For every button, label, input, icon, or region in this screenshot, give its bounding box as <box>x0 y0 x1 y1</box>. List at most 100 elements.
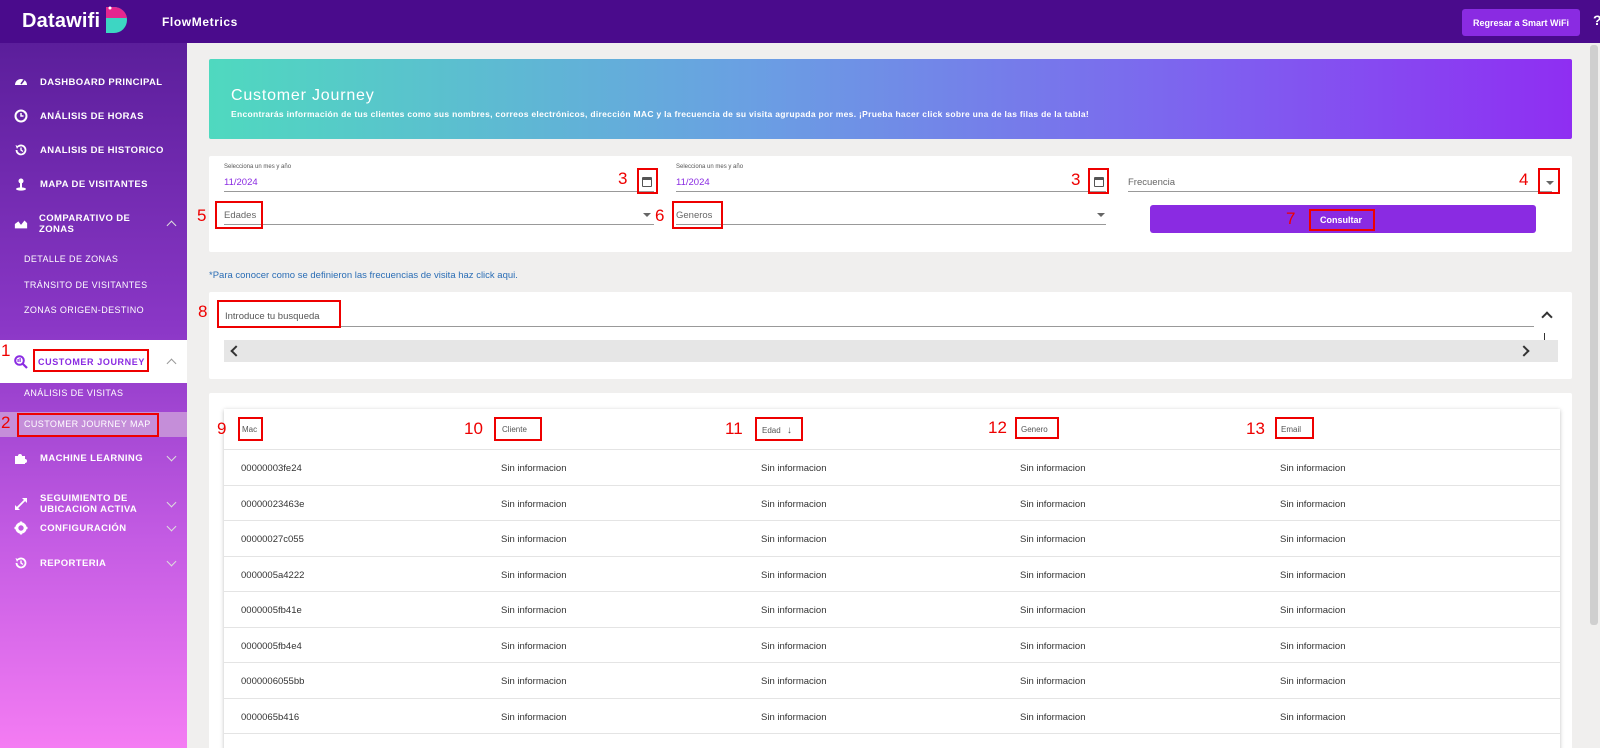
date-from-input[interactable]: 11/2024 <box>224 177 258 188</box>
sidebar-item-configuracion[interactable]: CONFIGURACIÓN <box>0 521 187 535</box>
sidebar-item-label: CONFIGURACIÓN <box>40 522 127 534</box>
chevron-down-icon[interactable] <box>166 521 177 532</box>
annotation-box <box>1088 168 1109 194</box>
table-row[interactable] <box>224 733 1560 748</box>
sidebar-item-analisis-historico[interactable]: ANALISIS DE HISTORICO <box>0 143 187 157</box>
sidebar-item-seguimiento-ubicacion[interactable]: SEGUIMIENTO DE UBICACION ACTIVA <box>0 493 187 515</box>
cell-mac: 0000005fb41e <box>241 605 302 616</box>
dashboard-icon <box>14 75 28 89</box>
table-row[interactable]: 0000065b416 Sin informacion Sin informac… <box>224 697 1560 734</box>
sidebar-item-label: UBICACION ACTIVA <box>40 504 138 515</box>
table-row[interactable]: 0000005a4222 Sin informacion Sin informa… <box>224 555 1560 592</box>
cell-genero: Sin informacion <box>1020 640 1086 652</box>
frecuencia-select[interactable]: Frecuencia <box>1128 177 1175 188</box>
expand-icon <box>14 497 28 511</box>
annotation-box <box>17 413 159 437</box>
sidebar-subitem-transito-visitantes[interactable]: TRÁNSITO DE VISITANTES <box>24 280 147 290</box>
sidebar-item-analisis-horas[interactable]: ANÁLISIS DE HORAS <box>0 109 187 123</box>
cell-genero: Sin informacion <box>1020 676 1086 687</box>
puzzle-icon <box>14 451 28 465</box>
page-scrollbar[interactable] <box>1590 45 1598 625</box>
cell-email: Sin informacion <box>1280 676 1346 687</box>
customer-journey-banner: Customer Journey Encontrarás información… <box>209 59 1572 139</box>
table-row[interactable]: 00000023463e Sin informacion Sin informa… <box>224 484 1560 521</box>
history-icon <box>14 143 28 157</box>
annotation-number: 9 <box>217 419 227 438</box>
sidebar-item-label: REPORTERIA <box>40 557 107 569</box>
cell-genero: Sin informacion <box>1020 569 1086 581</box>
sidebar-item-dashboard[interactable]: DASHBOARD PRINCIPAL <box>0 75 187 89</box>
logo-mark-icon <box>106 6 128 33</box>
page-description: Encontrarás información de tus clientes … <box>231 109 1090 119</box>
cell-cliente: Sin informacion <box>501 605 567 616</box>
chevron-up-icon[interactable] <box>166 358 177 369</box>
table-row[interactable]: 00000003fe24 Sin informacion Sin informa… <box>224 449 1560 485</box>
generos-dropdown-icon[interactable] <box>1097 213 1105 217</box>
cell-genero: Sin informacion <box>1020 463 1086 474</box>
sidebar-item-comparativo-zonas[interactable]: COMPARATIVO DE ZONAS <box>0 213 187 235</box>
cell-cliente: Sin informacion <box>501 498 567 510</box>
cell-cliente: Sin informacion <box>501 534 567 545</box>
annotation-box <box>238 417 263 441</box>
annotation-box <box>1275 417 1314 439</box>
cell-edad: Sin informacion <box>761 569 827 581</box>
annotation-box <box>217 300 341 328</box>
horizontal-scrollbar[interactable] <box>224 340 1558 362</box>
cell-genero: Sin informacion <box>1020 605 1086 616</box>
history-icon <box>14 556 28 570</box>
map-pin-icon <box>14 177 28 191</box>
cell-cliente: Sin informacion <box>501 569 567 581</box>
sidebar-subitem-zonas-origen-destino[interactable]: ZONAS ORIGEN-DESTINO <box>24 305 144 315</box>
area-chart-icon <box>14 217 28 231</box>
cell-cliente: Sin informacion <box>501 463 567 474</box>
product-name: FlowMetrics <box>162 15 238 29</box>
cell-mac: 0000005fb4e4 <box>241 640 302 652</box>
cell-genero: Sin informacion <box>1020 711 1086 723</box>
filters-card <box>209 156 1572 252</box>
cell-mac: 00000027c055 <box>241 534 304 545</box>
annotation-number: 1 <box>1 341 11 360</box>
frequency-info-link[interactable]: *Para conocer como se definieron las fre… <box>209 270 518 281</box>
sidebar-item-reporteria[interactable]: REPORTERIA <box>0 556 187 570</box>
sidebar-subitem-analisis-visitas[interactable]: ANÁLISIS DE VISITAS <box>24 388 123 398</box>
chevron-up-icon[interactable] <box>166 220 177 231</box>
cell-edad: Sin informacion <box>761 640 827 652</box>
back-to-smart-wifi-button[interactable]: Regresar a Smart WiFi <box>1462 9 1580 36</box>
annotation-number: 10 <box>464 419 483 438</box>
annotation-box <box>215 201 263 229</box>
chevron-down-icon[interactable] <box>166 451 177 462</box>
annotation-box <box>33 349 149 372</box>
annotation-box <box>1015 417 1059 439</box>
sidebar-subitem-detalle-zonas[interactable]: DETALLE DE ZONAS <box>24 254 118 264</box>
chevron-down-icon[interactable] <box>166 497 177 508</box>
sidebar-item-label: ZONAS <box>39 224 75 235</box>
top-bar: Datawifi FlowMetrics Regresar a Smart Wi… <box>0 0 1600 43</box>
annotation-number: 7 <box>1286 209 1296 228</box>
table-row[interactable]: 0000005fb4e4 Sin informacion Sin informa… <box>224 626 1560 663</box>
table-row[interactable]: 0000006055bb Sin informacion Sin informa… <box>224 662 1560 698</box>
cell-cliente: Sin informacion <box>501 640 567 652</box>
sidebar-item-label: SEGUIMIENTO DE <box>40 493 128 504</box>
sidebar: DASHBOARD PRINCIPAL ANÁLISIS DE HORAS AN… <box>0 43 187 748</box>
table-row[interactable]: 0000005fb41e Sin informacion Sin informa… <box>224 591 1560 627</box>
annotation-number: 6 <box>655 206 665 225</box>
table-row[interactable]: 00000027c055 Sin informacion Sin informa… <box>224 520 1560 556</box>
annotation-number: 4 <box>1519 170 1529 189</box>
chevron-down-icon[interactable] <box>166 556 177 567</box>
sidebar-item-mapa-visitantes[interactable]: MAPA DE VISITANTES <box>0 177 187 191</box>
date-to-input[interactable]: 11/2024 <box>676 177 710 188</box>
edades-dropdown-icon[interactable] <box>643 213 651 217</box>
sidebar-item-label: MACHINE LEARNING <box>40 452 143 464</box>
date-from-label: Selecciona un mes y año <box>224 164 292 170</box>
cell-edad: Sin informacion <box>761 534 827 545</box>
sidebar-item-machine-learning[interactable]: MACHINE LEARNING <box>0 451 187 465</box>
datawifi-logo[interactable]: Datawifi <box>22 4 132 38</box>
cell-mac: 0000005a4222 <box>241 569 305 581</box>
help-icon[interactable]: ? <box>1593 12 1600 30</box>
annotation-box <box>755 417 803 441</box>
sidebar-item-label: DASHBOARD PRINCIPAL <box>40 76 163 88</box>
annotation-box <box>637 168 658 194</box>
annotation-number: 8 <box>198 302 208 321</box>
page-title: Customer Journey <box>231 87 375 104</box>
cell-email: Sin informacion <box>1280 569 1346 581</box>
